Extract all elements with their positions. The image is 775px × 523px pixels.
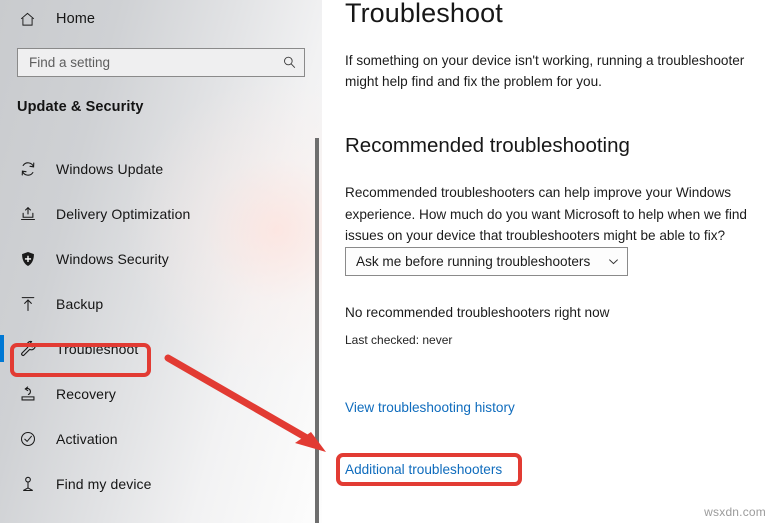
wrench-icon <box>16 337 40 361</box>
chevron-down-icon <box>599 248 627 275</box>
recommended-troubleshooting-dropdown[interactable]: Ask me before running troubleshooters <box>345 247 628 276</box>
sidebar-item-troubleshoot[interactable]: Troubleshoot <box>0 326 322 371</box>
sidebar-item-label: Windows Security <box>56 250 169 267</box>
sidebar-item-label: Delivery Optimization <box>56 205 191 222</box>
upload-arrow-icon <box>16 292 40 316</box>
view-troubleshooting-history-link[interactable]: View troubleshooting history <box>345 400 515 415</box>
sidebar-nav: Windows Update Delivery Optimization Win… <box>0 146 322 506</box>
recommended-troubleshooting-heading: Recommended troubleshooting <box>345 134 630 157</box>
dropdown-selected-value: Ask me before running troubleshooters <box>356 254 591 269</box>
content-scrollbar[interactable] <box>315 138 319 523</box>
sidebar-item-activation[interactable]: Activation <box>0 416 322 461</box>
sidebar-item-windows-update[interactable]: Windows Update <box>0 146 322 191</box>
search-box[interactable] <box>17 48 305 77</box>
additional-troubleshooters-link[interactable]: Additional troubleshooters <box>345 462 502 477</box>
sidebar-home-label: Home <box>56 11 96 27</box>
page-title: Troubleshoot <box>345 0 503 28</box>
sidebar-item-backup[interactable]: Backup <box>0 281 322 326</box>
watermark: wsxdn.com <box>704 505 766 519</box>
content-pane: Troubleshoot If something on your device… <box>322 0 775 523</box>
sidebar-home-button[interactable]: Home <box>0 0 322 38</box>
last-checked-text: Last checked: never <box>345 333 453 347</box>
sidebar-item-label: Troubleshoot <box>56 340 139 357</box>
sidebar-section-title: Update & Security <box>17 99 144 115</box>
sidebar-item-windows-security[interactable]: Windows Security <box>0 236 322 281</box>
delivery-upload-icon <box>16 202 40 226</box>
no-recommendations-text: No recommended troubleshooters right now <box>345 305 610 320</box>
sidebar: Home Update & Security <box>0 0 322 523</box>
recommended-troubleshooting-paragraph: Recommended troubleshooters can help imp… <box>345 185 747 243</box>
sidebar-item-label: Windows Update <box>56 160 164 177</box>
search-input[interactable] <box>18 48 274 77</box>
sidebar-item-label: Backup <box>56 295 104 312</box>
sidebar-item-label: Activation <box>56 430 118 447</box>
check-circle-icon <box>16 427 40 451</box>
sidebar-item-label: Recovery <box>56 385 116 402</box>
find-device-icon <box>16 472 40 496</box>
sidebar-item-label: Find my device <box>56 475 152 492</box>
home-icon <box>16 8 38 30</box>
shield-icon <box>16 247 40 271</box>
recovery-icon <box>16 382 40 406</box>
sidebar-item-find-my-device[interactable]: Find my device <box>0 461 322 506</box>
content-scrollbar-thumb[interactable] <box>315 138 319 523</box>
sidebar-item-recovery[interactable]: Recovery <box>0 371 322 416</box>
selection-indicator <box>0 335 4 362</box>
sidebar-item-delivery-optimization[interactable]: Delivery Optimization <box>0 191 322 236</box>
search-icon[interactable] <box>274 49 304 76</box>
refresh-icon <box>16 157 40 181</box>
settings-window: Home Update & Security <box>0 0 775 523</box>
intro-paragraph: If something on your device isn't workin… <box>345 53 745 89</box>
